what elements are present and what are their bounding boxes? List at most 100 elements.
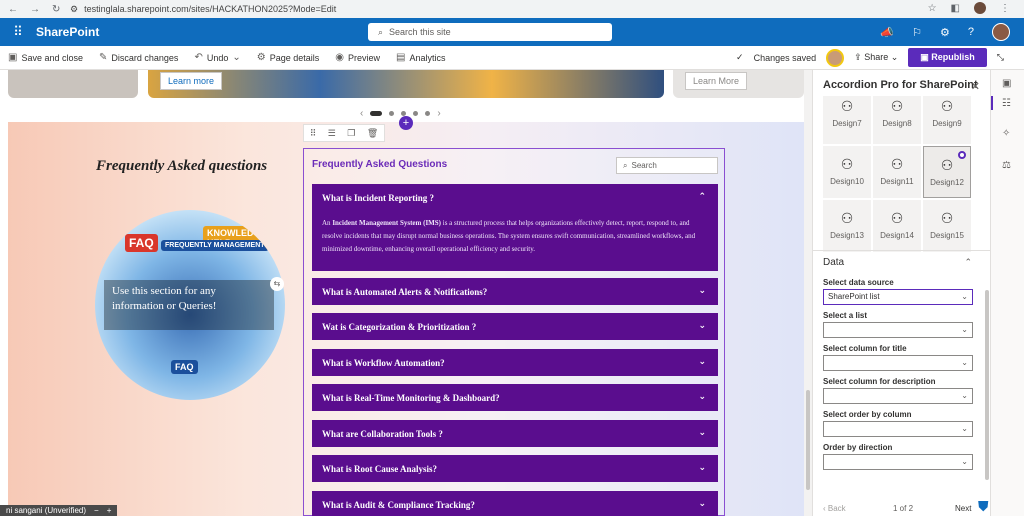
plus-icon[interactable]: + [107,506,112,515]
editor-avatar[interactable] [826,48,845,67]
data-source-select[interactable]: SharePoint list ⌄ [823,289,973,305]
design-option[interactable]: ⚇ Design7 [823,96,871,144]
duplicate-icon[interactable]: ❐ [347,128,355,139]
feedback-icon[interactable]: ⚐ [912,26,922,39]
accordion-item[interactable]: What is Audit & Compliance Tracking? ⌄ [312,491,718,516]
title-column-select[interactable]: ⌄ [823,355,973,371]
page-structure-icon[interactable]: ⚖ [1002,160,1011,171]
add-section-button[interactable]: + [399,116,413,130]
page-details-button[interactable]: ⚙ Page details [249,52,328,63]
chevron-down-icon[interactable]: ⌄ [698,499,706,509]
chevron-up-icon[interactable]: ⌃ [698,192,706,202]
chevron-down-icon[interactable]: ⌄ [698,321,706,331]
pane-scrollbar[interactable] [985,290,989,480]
chevron-left-icon[interactable]: ‹ [360,108,363,119]
chevron-down-icon[interactable]: ⌄ [698,463,706,473]
bookmark-star-icon[interactable]: ☆ [928,3,937,14]
property-pane: Accordion Pro for SharePoint ✕ ⚇ Design7 … [812,70,991,516]
accordion-header[interactable]: Wat is Categorization & Prioritization ?… [312,313,718,340]
design-option[interactable]: ⚇ Design11 [873,146,921,198]
order-direction-select[interactable]: ⌄ [823,454,973,470]
accordion-item[interactable]: What are Collaboration Tools ? ⌄ [312,420,718,447]
list-select[interactable]: ⌄ [823,322,973,338]
image-action-icon[interactable]: ⇆ [270,277,284,291]
chevron-down-icon[interactable]: ⌄ [232,52,240,63]
address-bar[interactable]: ⚙ testinglala.sharepoint.com/sites/HACKA… [70,2,336,16]
accordion-item[interactable]: What is Workflow Automation? ⌄ [312,349,718,376]
design-option[interactable]: ⚇ Design9 [923,96,971,144]
carousel-dot[interactable] [425,111,431,116]
learn-more-link-1[interactable]: Learn more [160,72,223,90]
chevron-right-icon[interactable]: › [437,108,440,119]
carousel-dot[interactable] [413,111,419,116]
accordion-header[interactable]: What is Root Cause Analysis? ⌄ [312,455,718,482]
accordion-header[interactable]: What is Audit & Compliance Tracking? ⌄ [312,491,718,516]
site-info-icon[interactable]: ⚙ [70,4,78,15]
design-option[interactable]: ⚇ Design8 [873,96,921,144]
accordion-item[interactable]: Wat is Categorization & Prioritization ?… [312,313,718,340]
carousel-dot[interactable] [370,111,383,116]
faq-search-input[interactable]: ⌕ Search [616,157,718,174]
save-close-button[interactable]: ▣ Save and close [0,52,91,63]
accordion-header[interactable]: What is Real-Time Monitoring & Dashboard… [312,384,718,411]
accordion-header[interactable]: What is Workflow Automation? ⌄ [312,349,718,376]
description-column-select[interactable]: ⌄ [823,388,973,404]
accordion-item[interactable]: What is Incident Reporting ? ⌃ An Incide… [312,184,718,271]
site-search-input[interactable]: ⌕ Search this site [368,23,612,41]
republish-button[interactable]: ▣ Republish [908,48,987,67]
megaphone-icon[interactable]: 📣 [880,26,894,39]
help-icon[interactable]: ? [968,26,974,38]
chevron-down-icon[interactable]: ⌄ [698,392,706,402]
preview-button[interactable]: ◉ Preview [327,52,388,63]
discard-changes-button[interactable]: ✎ Discard changes [91,52,186,63]
brand-link[interactable]: SharePoint [36,25,99,39]
forward-arrow-icon[interactable]: → [30,4,40,15]
accordion-header[interactable]: What is Automated Alerts & Notifications… [312,278,718,305]
close-icon[interactable]: ✕ [971,80,980,93]
learn-more-link-2[interactable]: Learn More [685,72,748,90]
browser-avatar[interactable] [974,2,986,14]
canvas-scrollbar[interactable] [804,70,812,516]
accordion-header[interactable]: What are Collaboration Tools ? ⌄ [312,420,718,447]
shield-icon[interactable]: ⛊ [978,498,989,515]
user-avatar[interactable] [992,23,1010,41]
chevron-down-icon[interactable]: ⌄ [698,428,706,438]
design-option[interactable]: ⚇ Design14 [873,200,921,252]
accordion-header[interactable]: What is Incident Reporting ? ⌃ [312,184,718,211]
accordion-item[interactable]: What is Real-Time Monitoring & Dashboard… [312,384,718,411]
accordion-item[interactable]: What is Root Cause Analysis? ⌄ [312,455,718,482]
order-column-select[interactable]: ⌄ [823,421,973,437]
content-pane-icon[interactable]: ▣ [1002,78,1011,89]
settings-gear-icon[interactable]: ⚙ [940,26,950,39]
collapse-icon[interactable]: ⤡ [997,52,1004,63]
next-button[interactable]: Next [955,504,971,513]
chevron-down-icon[interactable]: ⌄ [698,286,706,296]
scrollbar-thumb[interactable] [806,390,810,490]
drag-handle-icon[interactable]: ⠿ [310,128,317,139]
properties-icon[interactable]: ☷ [1002,98,1011,109]
design-option[interactable]: ⚇ Design13 [823,200,871,252]
hero-tile-2[interactable] [148,70,664,98]
data-group-header[interactable]: Data [823,257,844,268]
analytics-button[interactable]: ▤ Analytics [388,52,453,63]
minimize-icon[interactable]: − [94,506,99,515]
carousel-dot[interactable] [389,111,395,116]
chevron-down-icon[interactable]: ⌄ [698,357,706,367]
app-launcher-icon[interactable]: ⠿ [0,24,36,40]
share-button[interactable]: ⇪ Share ⌄ [854,52,898,63]
chevron-up-icon[interactable]: ⌃ [964,257,972,268]
extensions-icon[interactable]: ◧ [951,3,960,14]
browser-menu-icon[interactable]: ⋮ [1000,3,1010,14]
edit-properties-icon[interactable]: ☰ [328,128,336,139]
design-ideas-icon[interactable]: ✧ [1002,128,1010,139]
delete-icon[interactable]: 🗑 [367,128,378,139]
hero-tile-1[interactable] [8,70,138,98]
design-option[interactable]: ⚇ Design15 [923,200,971,252]
design-option[interactable]: ⚇ Design10 [823,146,871,198]
design-option-selected[interactable]: ⚇ Design12 [923,146,971,198]
reload-icon[interactable]: ↻ [52,4,60,15]
back-button[interactable]: ‹ Back [823,504,846,513]
undo-button[interactable]: ↶ Undo ⌄ [186,52,248,63]
accordion-item[interactable]: What is Automated Alerts & Notifications… [312,278,718,305]
back-arrow-icon[interactable]: ← [8,4,18,15]
